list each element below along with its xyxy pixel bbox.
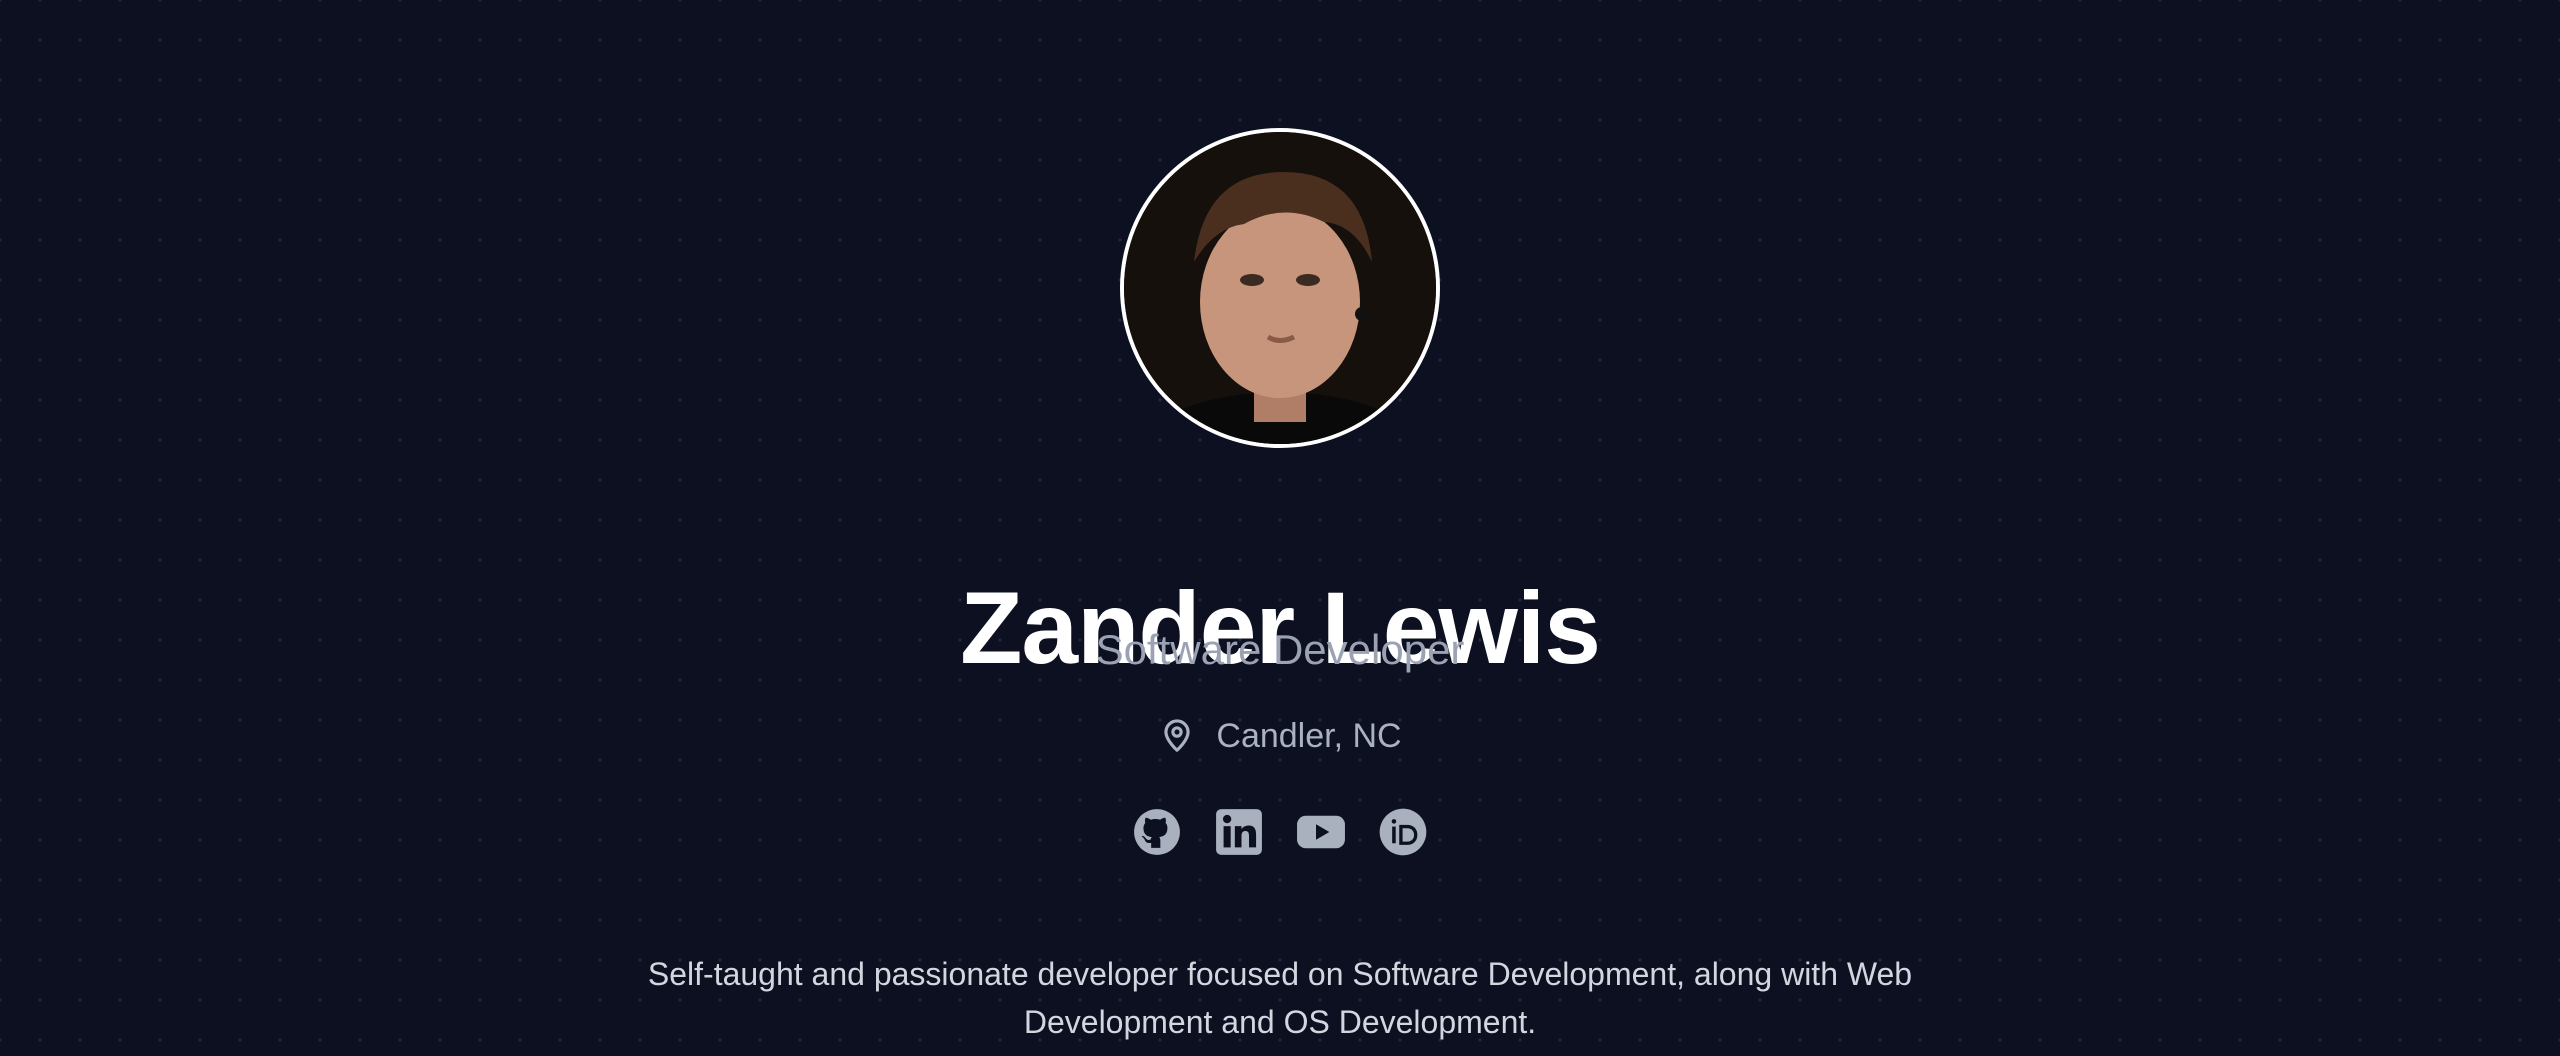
linkedin-link[interactable] xyxy=(1214,807,1264,857)
location-text: Candler, NC xyxy=(1216,716,1402,755)
orcid-icon xyxy=(1379,808,1427,856)
location: Candler, NC xyxy=(0,708,2560,764)
github-link[interactable] xyxy=(1132,807,1182,857)
avatar-photo xyxy=(1124,132,1436,444)
youtube-link[interactable] xyxy=(1296,807,1346,857)
social-links xyxy=(0,800,2560,864)
linkedin-icon xyxy=(1216,809,1262,855)
map-pin-icon xyxy=(1164,719,1191,752)
github-icon xyxy=(1134,809,1180,855)
orcid-link[interactable] xyxy=(1378,807,1428,857)
avatar xyxy=(1120,128,1440,448)
profile-hero: Zander Lewis Software Developer Candler,… xyxy=(0,0,2560,1056)
youtube-icon xyxy=(1297,815,1345,849)
profile-role: Software Developer xyxy=(1095,626,1465,673)
profile-bio: Self-taught and passionate developer foc… xyxy=(647,956,1913,1040)
